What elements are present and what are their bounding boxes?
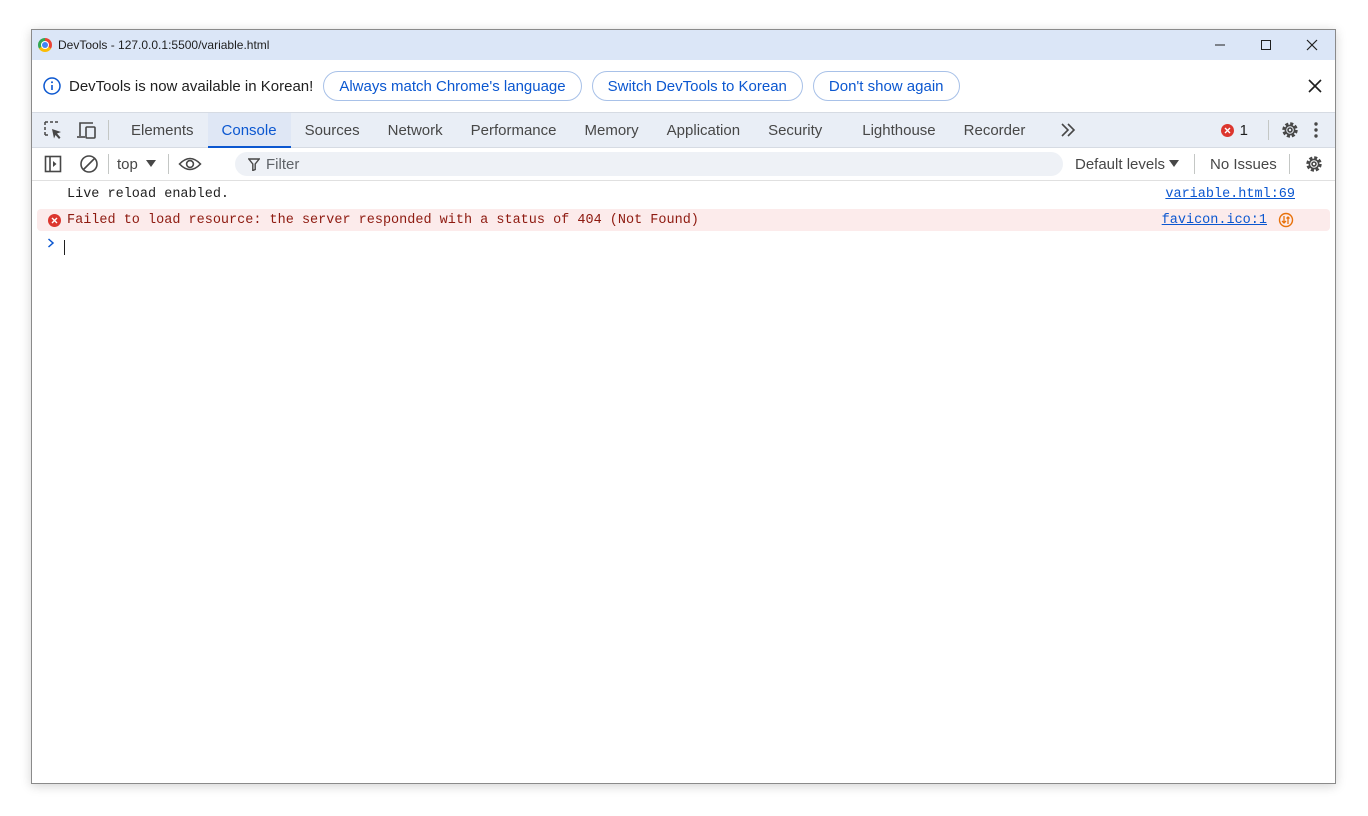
tab-network[interactable]: Network — [374, 113, 457, 147]
console-message-info: Live reload enabled. variable.html:69 — [32, 181, 1335, 207]
infobar-message: DevTools is now available in Korean! — [69, 77, 314, 95]
chrome-logo-icon — [38, 38, 52, 52]
tab-performance[interactable]: Performance — [457, 113, 571, 147]
title-bar: DevTools - 127.0.0.1:5500/variable.html — [32, 30, 1335, 60]
dont-show-again-button[interactable]: Don't show again — [812, 71, 960, 101]
info-icon — [43, 77, 61, 95]
toolbar-divider — [108, 120, 109, 140]
issues-counter[interactable]: No Issues — [1210, 148, 1277, 180]
language-infobar: DevTools is now available in Korean! Alw… — [32, 60, 1335, 112]
message-text: Live reload enabled. — [67, 186, 230, 202]
inspect-element-button[interactable] — [40, 117, 66, 143]
network-request-icon[interactable] — [1278, 212, 1294, 228]
block-icon — [80, 155, 98, 173]
window-controls — [1197, 30, 1335, 60]
switch-to-korean-button[interactable]: Switch DevTools to Korean — [591, 71, 803, 101]
infobar-close-button[interactable] — [1305, 76, 1325, 96]
gear-icon — [1282, 122, 1298, 138]
console-message-error: Failed to load resource: the server resp… — [37, 209, 1330, 231]
log-levels-label: Default levels — [1075, 155, 1166, 173]
text-caret — [64, 240, 65, 255]
live-expression-button[interactable] — [177, 151, 203, 177]
close-window-button[interactable] — [1289, 30, 1335, 60]
maximize-icon — [1261, 40, 1271, 50]
error-count: 1 — [1239, 121, 1248, 139]
inspect-icon — [44, 121, 61, 139]
tab-elements[interactable]: Elements — [117, 113, 208, 147]
message-source-link[interactable]: favicon.ico:1 — [1162, 213, 1267, 228]
tab-console[interactable]: Console — [207, 113, 291, 148]
context-label: top — [117, 155, 138, 173]
console-settings-button[interactable] — [1301, 151, 1327, 177]
show-sidebar-button[interactable] — [40, 151, 66, 177]
context-selector[interactable]: top — [109, 156, 164, 173]
error-count-badge[interactable]: 1 — [1220, 121, 1248, 139]
filter-placeholder: Filter — [266, 155, 300, 173]
device-icon — [77, 122, 96, 139]
triangle-down-icon — [1169, 160, 1180, 167]
close-icon — [1306, 39, 1318, 51]
tab-application[interactable]: Application — [653, 113, 754, 147]
chevron-right-icon — [48, 238, 55, 248]
tab-sources[interactable]: Sources — [291, 113, 374, 147]
tab-lighthouse[interactable]: Lighthouse — [848, 113, 949, 147]
panel-tab-bar: Elements Console Sources Network Perform… — [32, 112, 1335, 148]
toolbar-divider — [167, 154, 169, 174]
log-levels-dropdown[interactable]: Default levels — [1075, 148, 1180, 180]
gear-icon — [1306, 156, 1322, 172]
error-icon — [48, 214, 61, 227]
toolbar-divider — [1268, 120, 1269, 140]
triangle-down-icon — [145, 160, 156, 167]
more-tabs-button[interactable] — [1055, 117, 1081, 143]
console-messages: Live reload enabled. variable.html:69 Fa… — [32, 181, 1335, 783]
always-match-language-button[interactable]: Always match Chrome's language — [323, 71, 582, 101]
filter-icon — [248, 157, 260, 171]
tab-memory[interactable]: Memory — [571, 113, 653, 147]
clear-console-button[interactable] — [76, 151, 102, 177]
close-icon — [1308, 79, 1322, 93]
device-toolbar-button[interactable] — [74, 117, 100, 143]
minimize-button[interactable] — [1197, 30, 1243, 60]
message-text: Failed to load resource: the server resp… — [67, 212, 699, 228]
tab-security[interactable]: Security — [754, 113, 848, 147]
customize-menu-button[interactable] — [1303, 117, 1329, 143]
toolbar-divider — [1289, 154, 1290, 174]
error-icon — [1220, 123, 1234, 137]
maximize-button[interactable] — [1243, 30, 1289, 60]
sidebar-icon — [44, 155, 62, 173]
more-vertical-icon — [1314, 122, 1318, 138]
toolbar-divider — [1194, 154, 1195, 174]
settings-button[interactable] — [1277, 117, 1303, 143]
minimize-icon — [1215, 44, 1225, 46]
window-title: DevTools - 127.0.0.1:5500/variable.html — [58, 38, 270, 52]
issues-label: No Issues — [1210, 155, 1277, 173]
devtools-window: DevTools - 127.0.0.1:5500/variable.html … — [31, 29, 1336, 784]
console-prompt[interactable] — [32, 231, 1335, 261]
message-source-link[interactable]: variable.html:69 — [1165, 187, 1295, 202]
tab-bar-right: 1 — [1220, 113, 1335, 147]
console-toolbar: top Filter Default levels No Issues — [32, 148, 1335, 181]
chevron-double-right-icon — [1061, 123, 1076, 137]
eye-icon — [178, 157, 202, 171]
filter-input[interactable]: Filter — [235, 152, 1063, 176]
tab-recorder[interactable]: Recorder — [950, 113, 1040, 147]
